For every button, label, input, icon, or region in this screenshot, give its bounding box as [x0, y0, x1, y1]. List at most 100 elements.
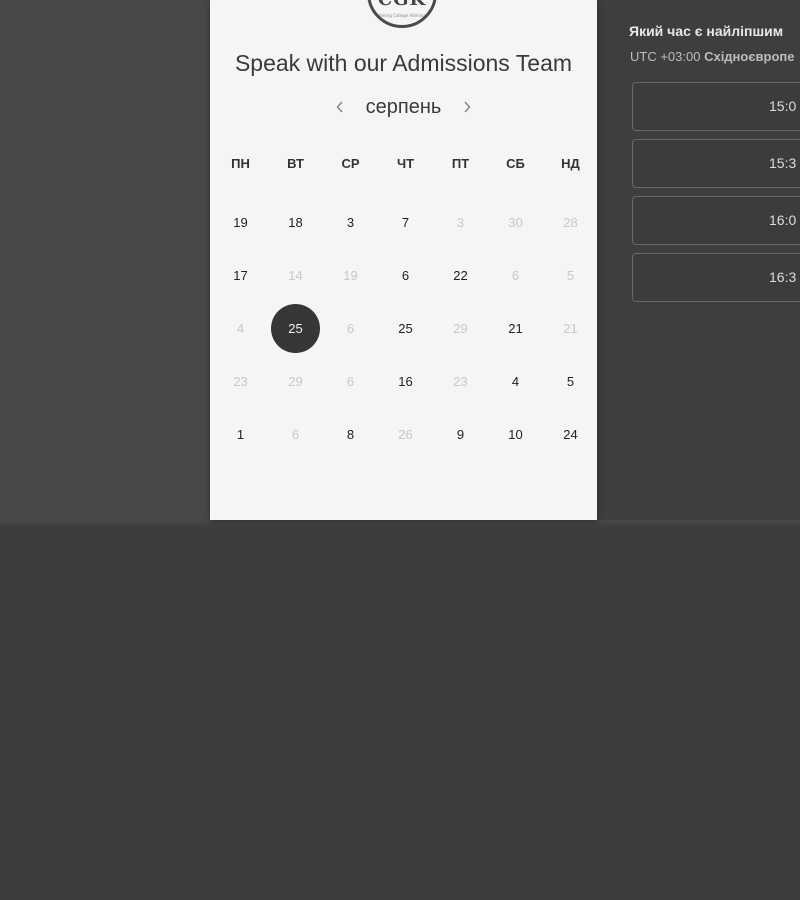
- day-number: 29: [288, 374, 303, 389]
- backdrop-divider: [0, 520, 800, 528]
- day-number: 24: [563, 427, 578, 442]
- unavailable-day-cell: 6: [323, 355, 378, 408]
- time-slots-viewport: 15:0 15:3 16:0 16:3 Який час є найліпшим UTC…: [597, 0, 800, 520]
- day-number: 3: [456, 215, 465, 230]
- day-number: 29: [453, 321, 468, 336]
- day-number: 5: [566, 268, 575, 283]
- day-number: 6: [401, 268, 410, 283]
- available-day-cell[interactable]: 24: [543, 408, 598, 461]
- day-number: 8: [346, 427, 355, 442]
- day-number: 23: [453, 374, 468, 389]
- time-slot-label: 15:0: [769, 98, 797, 114]
- unavailable-day-cell: 6: [488, 249, 543, 302]
- unavailable-day-cell: 6: [323, 302, 378, 355]
- page-title: Speak with our Admissions Team: [234, 50, 573, 76]
- day-number: 28: [563, 215, 578, 230]
- day-number: 21: [563, 321, 578, 336]
- unavailable-day-cell: 14: [268, 249, 323, 302]
- unavailable-day-cell: 30: [488, 196, 543, 249]
- day-number: 25: [288, 321, 303, 336]
- time-slot-label: 16:3: [769, 269, 797, 285]
- day-number: 16: [398, 374, 413, 389]
- unavailable-day-cell: 29: [433, 302, 488, 355]
- day-number: 18: [288, 215, 303, 230]
- time-slots-heading: Який час є найліпшим: [629, 23, 784, 39]
- logo-tagline: Mastering College Admissions: [372, 13, 432, 18]
- logo-mark: CGK: [370, 0, 434, 9]
- available-day-cell[interactable]: 19: [213, 196, 268, 249]
- timezone-selector[interactable]: UTC +03:00 Східноєвропе: [630, 49, 795, 64]
- time-slot-button[interactable]: 15:3: [632, 139, 800, 188]
- calendar-panel: CGK Mastering College Admissions Speak w…: [210, 0, 597, 520]
- unavailable-day-cell: 28: [543, 196, 598, 249]
- available-day-cell[interactable]: 22: [433, 249, 488, 302]
- previous-month-button[interactable]: [331, 95, 349, 119]
- unavailable-day-cell: 26: [378, 408, 433, 461]
- available-day-cell[interactable]: 7: [378, 196, 433, 249]
- day-number: 19: [343, 268, 358, 283]
- month-label: серпень: [365, 95, 442, 118]
- day-number: 17: [233, 268, 248, 283]
- time-slot-label: 16:0: [769, 212, 797, 228]
- unavailable-day-cell: 5: [543, 249, 598, 302]
- day-number: 7: [401, 215, 410, 230]
- available-day-cell[interactable]: 5: [543, 355, 598, 408]
- available-day-cell[interactable]: 21: [488, 302, 543, 355]
- chevron-left-icon: [335, 101, 343, 113]
- selected-day-cell[interactable]: 25: [268, 302, 323, 355]
- available-day-cell[interactable]: 6: [378, 249, 433, 302]
- day-number: 5: [566, 374, 575, 389]
- time-slot-label: 15:3: [769, 155, 797, 171]
- available-day-cell[interactable]: 4: [488, 355, 543, 408]
- day-number: 6: [346, 374, 355, 389]
- day-number: 14: [288, 268, 303, 283]
- day-number: 22: [453, 268, 468, 283]
- unavailable-day-cell: 21: [543, 302, 598, 355]
- day-number: 25: [398, 321, 413, 336]
- weekday-label: ПН: [231, 156, 250, 171]
- weekday-label: СР: [341, 156, 360, 171]
- unavailable-day-cell: 19: [323, 249, 378, 302]
- unavailable-day-cell: 6: [268, 408, 323, 461]
- weekday-label: ВТ: [287, 156, 304, 171]
- available-day-cell[interactable]: 17: [213, 249, 268, 302]
- unavailable-day-cell: 29: [268, 355, 323, 408]
- booking-page: CGK Mastering College Admissions Speak w…: [0, 0, 800, 900]
- day-number: 6: [346, 321, 355, 336]
- next-month-button[interactable]: [458, 95, 476, 119]
- timezone-name: Східноєвропе: [704, 49, 795, 64]
- time-slot-button[interactable]: 16:0: [632, 196, 800, 245]
- day-number: 10: [508, 427, 523, 442]
- available-day-cell[interactable]: 3: [323, 196, 378, 249]
- weekday-label: СБ: [506, 156, 525, 171]
- time-slot-button[interactable]: 16:3: [632, 253, 800, 302]
- unavailable-day-cell: 23: [433, 355, 488, 408]
- weekday-header-row: ПН ВТ СР ЧТ ПТ СБ НД: [213, 154, 597, 174]
- available-day-cell[interactable]: 18: [268, 196, 323, 249]
- timezone-offset: UTC +03:00: [630, 49, 701, 64]
- month-navigator: серпень: [210, 95, 597, 119]
- available-day-cell[interactable]: 10: [488, 408, 543, 461]
- day-number: 4: [236, 321, 245, 336]
- available-day-cell[interactable]: 25: [378, 302, 433, 355]
- day-number: 6: [291, 427, 300, 442]
- day-number: 6: [511, 268, 520, 283]
- available-day-cell[interactable]: 9: [433, 408, 488, 461]
- available-day-cell[interactable]: 8: [323, 408, 378, 461]
- weekday-label: ЧТ: [396, 156, 415, 171]
- available-day-cell[interactable]: 16: [378, 355, 433, 408]
- day-number: 21: [508, 321, 523, 336]
- page-backdrop-left: [0, 0, 210, 520]
- brand-logo: CGK Mastering College Admissions: [367, 0, 437, 28]
- day-number: 19: [233, 215, 248, 230]
- day-number: 26: [398, 427, 413, 442]
- unavailable-day-cell: 3: [433, 196, 488, 249]
- weekday-label: НД: [561, 156, 580, 171]
- time-slot-button[interactable]: 15:0: [632, 82, 800, 131]
- unavailable-day-cell: 23: [213, 355, 268, 408]
- available-day-cell[interactable]: 1: [213, 408, 268, 461]
- day-number: 9: [456, 427, 465, 442]
- day-number: 4: [511, 374, 520, 389]
- day-number: 3: [346, 215, 355, 230]
- day-number: 1: [236, 427, 245, 442]
